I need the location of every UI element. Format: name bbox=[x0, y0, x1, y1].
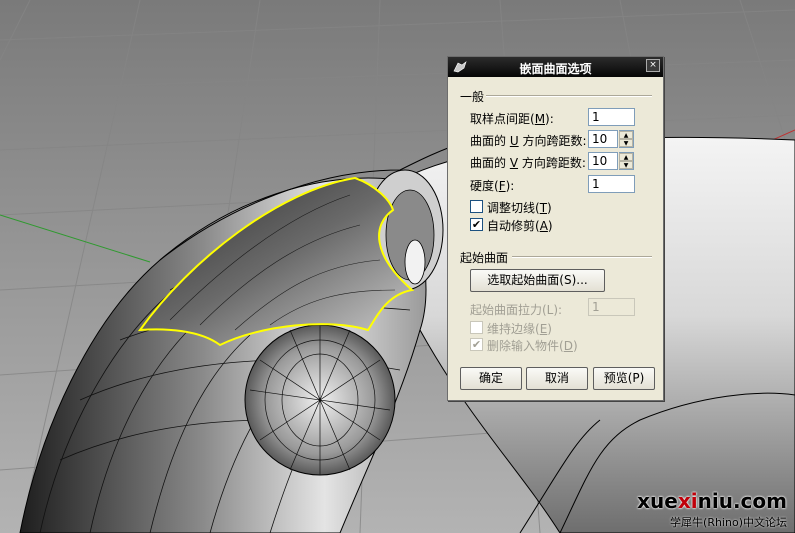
pick-start-surface-button[interactable]: 选取起始曲面(S)... bbox=[470, 269, 605, 292]
ok-button[interactable]: 确定 bbox=[460, 367, 522, 390]
adjust-tangency-label[interactable]: 调整切线(T) bbox=[487, 199, 552, 216]
dialog-titlebar[interactable]: 嵌面曲面选项 × bbox=[448, 57, 663, 77]
stiffness-label: 硬度(F): bbox=[470, 179, 515, 193]
spin-up-icon[interactable]: ▲ bbox=[619, 153, 633, 161]
preview-button[interactable]: 预览(P) bbox=[593, 367, 655, 390]
group-general-header: 一般 bbox=[460, 90, 485, 104]
site-watermark: xuexiniu.com bbox=[637, 489, 787, 513]
v-spans-input[interactable] bbox=[588, 152, 618, 170]
delete-input-checkbox[interactable]: ✔ bbox=[470, 338, 483, 351]
cancel-button[interactable]: 取消 bbox=[526, 367, 588, 390]
auto-trim-label[interactable]: 自动修剪(A) bbox=[487, 217, 553, 234]
forum-watermark: 学犀牛(Rhino)中文论坛 bbox=[670, 516, 787, 529]
spin-down-icon[interactable]: ▼ bbox=[619, 139, 633, 147]
group-start-divider bbox=[512, 256, 652, 258]
start-surface-pull-input[interactable] bbox=[588, 298, 635, 316]
stiffness-input[interactable] bbox=[588, 175, 635, 193]
adjust-tangency-checkbox[interactable] bbox=[470, 200, 483, 213]
group-general-divider bbox=[486, 95, 652, 97]
close-button[interactable]: × bbox=[646, 59, 660, 72]
group-start-surface-header: 起始曲面 bbox=[460, 251, 509, 265]
spin-down-icon[interactable]: ▼ bbox=[619, 161, 633, 169]
patch-surface-options-dialog: 嵌面曲面选项 × 一般 取样点间距(M): 曲面的 U 方向跨距数: ▲▼ 曲面… bbox=[447, 56, 664, 401]
sample-spacing-label: 取样点间距(M): bbox=[470, 112, 554, 126]
preserve-edges-label[interactable]: 维持边缘(E) bbox=[487, 320, 552, 337]
delete-input-label[interactable]: 删除输入物件(D) bbox=[487, 337, 578, 354]
u-spans-label: 曲面的 U 方向跨距数: bbox=[470, 134, 587, 148]
dialog-title: 嵌面曲面选项 bbox=[519, 62, 592, 76]
spin-up-icon[interactable]: ▲ bbox=[619, 131, 633, 139]
u-spans-stepper[interactable]: ▲ ▼ bbox=[619, 130, 634, 148]
preserve-edges-checkbox[interactable] bbox=[470, 321, 483, 334]
auto-trim-checkbox[interactable]: ✔ bbox=[470, 218, 483, 231]
v-spans-stepper[interactable]: ▲ ▼ bbox=[619, 152, 634, 170]
rhino-viewport[interactable] bbox=[0, 0, 795, 533]
v-spans-label: 曲面的 V 方向跨距数: bbox=[470, 156, 586, 170]
u-spans-input[interactable] bbox=[588, 130, 618, 148]
sample-spacing-input[interactable] bbox=[588, 108, 635, 126]
start-surface-pull-label: 起始曲面拉力(L): bbox=[470, 303, 563, 317]
close-icon: × bbox=[649, 60, 657, 70]
